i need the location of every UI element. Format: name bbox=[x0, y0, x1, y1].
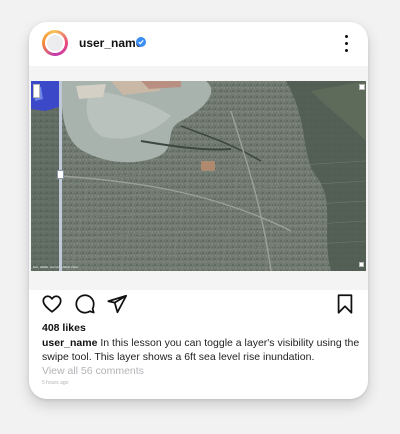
likes-count[interactable]: 408 likes bbox=[42, 322, 86, 334]
post-timestamp: 5 hours ago bbox=[42, 380, 69, 386]
post-card: user_name Esri, HERE, Garmin, USGS, NGA … bbox=[29, 22, 368, 399]
avatar-ring bbox=[45, 33, 65, 53]
avatar[interactable] bbox=[42, 30, 68, 56]
bookmark-icon[interactable] bbox=[334, 293, 356, 315]
view-comments-link[interactable]: View all 56 comments bbox=[42, 365, 144, 377]
comment-bubble-icon[interactable] bbox=[74, 293, 96, 315]
action-bar bbox=[29, 290, 368, 318]
map-widget-button[interactable] bbox=[359, 84, 365, 90]
swipe-map[interactable]: Esri, HERE, Garmin, USGS, NGA bbox=[31, 81, 366, 271]
verified-badge-icon bbox=[136, 37, 146, 47]
heart-icon[interactable] bbox=[41, 293, 63, 315]
map-attribution: Esri, HERE, Garmin, USGS, NGA bbox=[33, 265, 79, 269]
post-header: user_name bbox=[29, 22, 368, 66]
satellite-imagery bbox=[31, 81, 366, 271]
more-vertical-icon[interactable] bbox=[343, 34, 351, 54]
paper-plane-icon[interactable] bbox=[106, 293, 128, 315]
post-media: Esri, HERE, Garmin, USGS, NGA bbox=[29, 66, 368, 290]
post-caption: user_name In this lesson you can toggle … bbox=[42, 336, 360, 364]
swipe-handle-knob[interactable] bbox=[57, 170, 64, 179]
map-expand-button[interactable] bbox=[359, 262, 364, 267]
zoom-controls[interactable] bbox=[33, 84, 40, 98]
post-username[interactable]: user_name bbox=[79, 36, 142, 50]
avatar-icon bbox=[47, 35, 63, 51]
caption-username[interactable]: user_name bbox=[42, 337, 97, 349]
